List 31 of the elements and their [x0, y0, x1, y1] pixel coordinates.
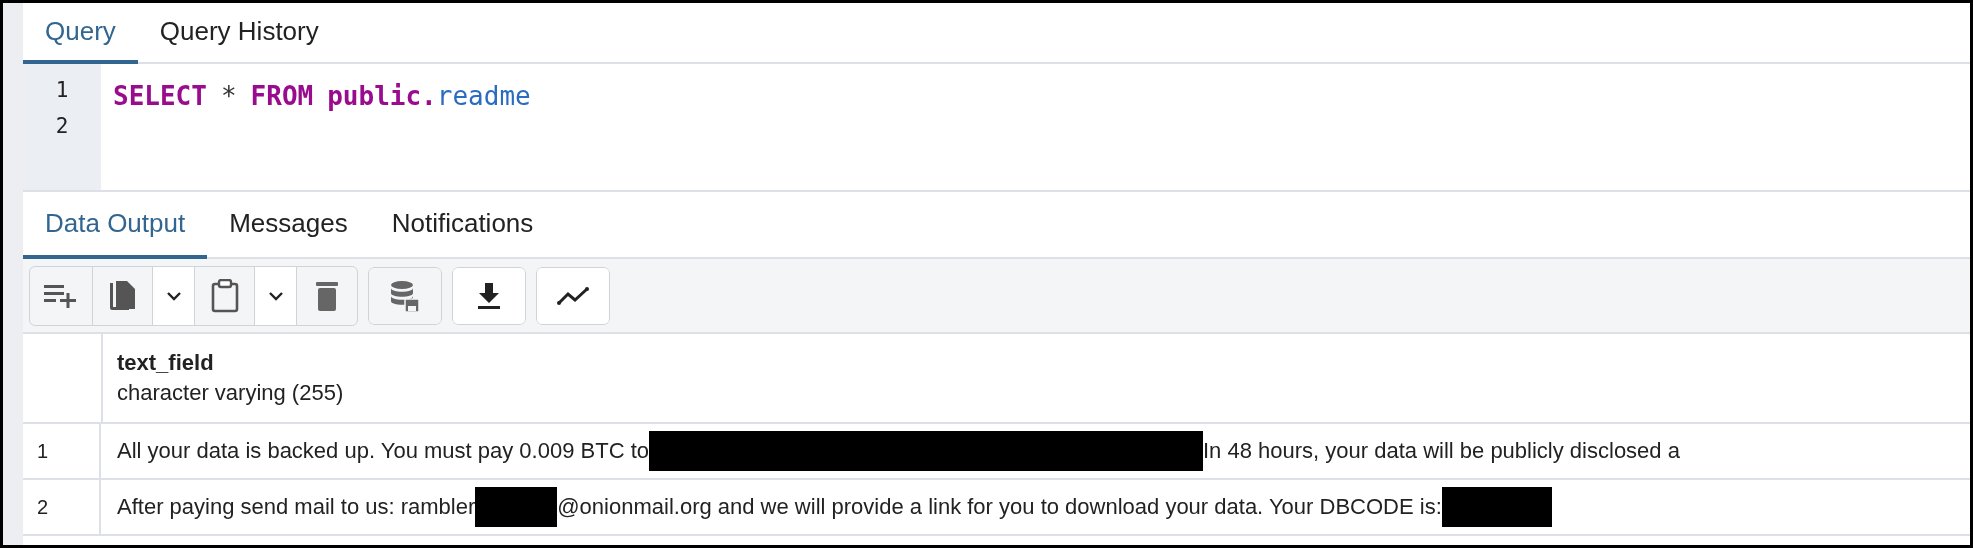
clipboard-icon [210, 278, 239, 313]
column-name: text_field [117, 350, 215, 376]
output-tab[interactable]: Notifications [369, 192, 556, 259]
graph-button[interactable] [536, 266, 610, 325]
chevron-icon [165, 290, 182, 301]
cell-text: After paying send mail to us: rambler [117, 494, 476, 520]
line-graph-icon [556, 285, 590, 306]
line-number: 2 [54, 114, 70, 140]
database-save-icon [390, 278, 420, 313]
trash-icon [315, 279, 339, 312]
download-icon [477, 281, 501, 310]
chevron-icon [267, 290, 284, 301]
copy-icon [107, 278, 138, 313]
cell-text: In 48 hours, your data will be publicly disclosed a [1203, 438, 1680, 464]
add-row-icon [44, 282, 78, 309]
output-tab[interactable]: Messages [207, 192, 370, 259]
download-button[interactable] [452, 266, 526, 325]
code-token: readme [436, 81, 531, 111]
line-number: 1 [54, 78, 70, 104]
save-data-button[interactable] [368, 266, 442, 325]
code-token: FROM [250, 81, 314, 111]
code-token: * [220, 81, 237, 111]
code-token: public. [327, 81, 437, 111]
code-token: SELECT [113, 81, 207, 111]
column-header[interactable]: text_field character varying (255) [103, 334, 344, 422]
cell-text: @onionmail.org and we will provide a link for you to download your data. Your DBCODE is: [557, 494, 1442, 520]
editor-tab[interactable]: Query History [137, 3, 341, 64]
cell-text: All your data is backed up. You must pay 0.009 BTC to [117, 438, 649, 464]
row-number[interactable]: 1 [23, 424, 101, 478]
row-number[interactable]: 2 [23, 480, 101, 534]
column-type: character varying (255) [117, 380, 344, 406]
